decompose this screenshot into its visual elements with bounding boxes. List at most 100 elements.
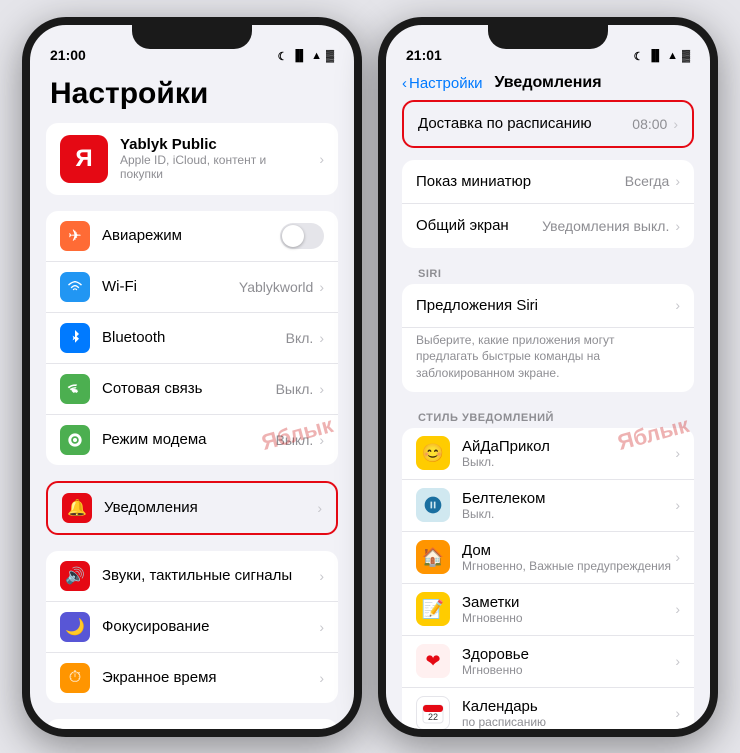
time-right: 21:01 <box>406 47 442 63</box>
thumbnails-value: Всегда <box>625 173 670 189</box>
app-name-beltelecom: Белтелеком <box>462 490 675 507</box>
screen-left: Настройки Я Yablyk Public Apple ID, iClo… <box>30 69 354 729</box>
sounds-group: 🔊 Звуки, тактильные сигналы › 🌙 Фокусиро… <box>46 551 338 703</box>
delivery-chevron: › <box>673 116 678 132</box>
profile-sub: Apple ID, iCloud, контент и покупки <box>120 153 307 181</box>
hotspot-label: Режим модема <box>102 431 276 448</box>
thumbnails-chevron: › <box>675 173 680 189</box>
phone-left: 21:00 ☾ ▐▌ ▲ ▓ Настройки Я Yablyk Public… <box>22 17 362 737</box>
app-name-aidapriko: АйДаПрикол <box>462 438 675 455</box>
app-chevron-zdorovye: › <box>675 653 680 669</box>
svg-text:22: 22 <box>428 712 438 722</box>
app-chevron-calendar: › <box>675 705 680 721</box>
delivery-highlighted: Доставка по расписанию 08:00 › <box>402 100 694 148</box>
nav-bar: ‹ Настройки Уведомления <box>386 69 710 100</box>
app-row-zametki[interactable]: 📝 Заметки Мгновенно › <box>402 584 694 636</box>
siri-section-header: SIRI <box>402 260 694 284</box>
siri-label: Предложения Siri <box>416 297 675 314</box>
app-row-aidapriko[interactable]: 😊 АйДаПрикол Выкл. › <box>402 428 694 480</box>
app-row-dom[interactable]: 🏠 Дом Мгновенно, Важные предупреждения › <box>402 532 694 584</box>
app-icon-zdorovye: ❤ <box>416 644 450 678</box>
app-status-aidapriko: Выкл. <box>462 455 675 469</box>
back-label: Настройки <box>409 75 483 92</box>
notifications-row[interactable]: 🔔 Уведомления › <box>48 483 336 533</box>
bluetooth-row[interactable]: Bluetooth Вкл. › <box>46 313 338 364</box>
focus-chevron: › <box>319 619 324 635</box>
thumbnails-row[interactable]: Показ миниатюр Всегда › <box>402 160 694 204</box>
app-info-zdorovye: Здоровье Мгновенно <box>462 646 675 677</box>
app-icon-beltelecom <box>416 488 450 522</box>
hotspot-icon <box>60 425 90 455</box>
battery-icon-left: ▓ <box>326 50 334 62</box>
delivery-label: Доставка по расписанию <box>418 115 632 132</box>
airplane-icon: ✈ <box>60 221 90 251</box>
wifi-chevron: › <box>319 279 324 295</box>
focus-icon: 🌙 <box>60 612 90 642</box>
bluetooth-label: Bluetooth <box>102 329 286 346</box>
screen-share-chevron: › <box>675 218 680 234</box>
notifications-icon: 🔔 <box>62 493 92 523</box>
bluetooth-value: Вкл. <box>286 330 314 346</box>
profile-name: Yablyk Public <box>120 136 307 153</box>
sounds-icon: 🔊 <box>60 561 90 591</box>
app-name-dom: Дом <box>462 542 675 559</box>
screentime-icon: ⏱ <box>60 663 90 693</box>
app-icon-calendar: 22 <box>416 696 450 728</box>
app-info-dom: Дом Мгновенно, Важные предупреждения <box>462 542 675 573</box>
wifi-row[interactable]: Wi-Fi Yablykworld › <box>46 262 338 313</box>
screentime-label: Экранное время <box>102 669 319 686</box>
hotspot-row[interactable]: Режим модема Выкл. › <box>46 415 338 465</box>
screentime-row[interactable]: ⏱ Экранное время › <box>46 653 338 703</box>
siri-description: Выберите, какие приложения могут предлаг… <box>402 328 694 392</box>
app-row-calendar[interactable]: 22 Календарь по расписанию › <box>402 688 694 729</box>
app-name-zametki: Заметки <box>462 594 675 611</box>
app-status-dom: Мгновенно, Важные предупреждения <box>462 559 675 573</box>
screen-share-value: Уведомления выкл. <box>542 218 669 234</box>
siri-row[interactable]: Предложения Siri › <box>402 284 694 328</box>
sounds-chevron: › <box>319 568 324 584</box>
app-status-zdorovye: Мгновенно <box>462 663 675 677</box>
app-chevron-beltelecom: › <box>675 497 680 513</box>
app-info-beltelecom: Белтелеком Выкл. <box>462 490 675 521</box>
app-info-calendar: Календарь по расписанию <box>462 698 675 729</box>
cellular-row[interactable]: Сотовая связь Выкл. › <box>46 364 338 415</box>
airplane-toggle[interactable] <box>280 223 324 249</box>
app-chevron-zametki: › <box>675 601 680 617</box>
wifi-icon-right: ▲ <box>667 50 678 62</box>
notch-left <box>132 25 252 49</box>
cellular-chevron: › <box>319 381 324 397</box>
airplane-row[interactable]: ✈ Авиарежим <box>46 211 338 262</box>
apps-group: 😊 АйДаПрикол Выкл. › Белтелеком Выкл. <box>402 428 694 729</box>
notch-right <box>488 25 608 49</box>
delivery-row[interactable]: Доставка по расписанию 08:00 › <box>404 102 692 146</box>
profile-card[interactable]: Я Yablyk Public Apple ID, iCloud, контен… <box>46 123 338 195</box>
app-status-calendar: по расписанию <box>462 715 675 729</box>
focus-row[interactable]: 🌙 Фокусирование › <box>46 602 338 653</box>
status-icons-left: ☾ ▐▌ ▲ ▓ <box>278 50 334 63</box>
screentime-chevron: › <box>319 670 324 686</box>
general-row[interactable]: ⚙ Основные › <box>46 719 338 729</box>
notifications-label: Уведомления <box>104 499 317 516</box>
settings-title: Настройки <box>30 69 354 123</box>
nav-title: Уведомления <box>494 74 601 92</box>
wifi-icon <box>60 272 90 302</box>
screen-share-row[interactable]: Общий экран Уведомления выкл. › <box>402 204 694 248</box>
hotspot-value: Выкл. <box>276 432 314 448</box>
signal-icon-right: ▐▌ <box>647 50 663 62</box>
app-info-aidapriko: АйДаПрикол Выкл. <box>462 438 675 469</box>
app-icon-zametki: 📝 <box>416 592 450 626</box>
app-row-beltelecom[interactable]: Белтелеком Выкл. › <box>402 480 694 532</box>
siri-chevron: › <box>675 297 680 313</box>
siri-group: Предложения Siri › Выберите, какие прило… <box>402 284 694 392</box>
app-status-beltelecom: Выкл. <box>462 507 675 521</box>
app-chevron-aidapriko: › <box>675 445 680 461</box>
cellular-value: Выкл. <box>276 381 314 397</box>
back-button[interactable]: ‹ Настройки <box>402 75 483 92</box>
app-row-zdorovye[interactable]: ❤ Здоровье Мгновенно › <box>402 636 694 688</box>
general-group: ⚙ Основные › Пункт управления › AA Экран… <box>46 719 338 729</box>
app-chevron-dom: › <box>675 549 680 565</box>
sounds-row[interactable]: 🔊 Звуки, тактильные сигналы › <box>46 551 338 602</box>
thumbnails-label: Показ миниатюр <box>416 173 625 190</box>
status-icons-right: ☾ ▐▌ ▲ ▓ <box>634 50 690 63</box>
notif-list: Доставка по расписанию 08:00 › Показ мин… <box>386 100 710 729</box>
